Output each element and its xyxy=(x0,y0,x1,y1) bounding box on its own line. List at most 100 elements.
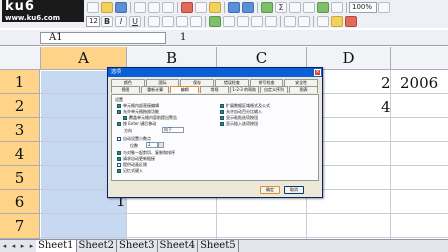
option-move-after-enter[interactable]: 按 Enter 键后移动 xyxy=(117,121,156,127)
close-icon[interactable]: × xyxy=(314,69,321,76)
decrease-decimal-icon[interactable] xyxy=(265,15,277,27)
align-right-icon[interactable] xyxy=(176,15,188,27)
tab-chart[interactable]: 图表 xyxy=(289,86,319,93)
cell-d1[interactable]: 2 xyxy=(381,74,391,92)
checkbox[interactable] xyxy=(220,110,224,114)
decrease-indent-icon[interactable] xyxy=(284,15,296,27)
checkbox[interactable] xyxy=(220,122,224,126)
checkbox[interactable] xyxy=(117,169,121,173)
tab-custom-lists[interactable]: 自定义序列 xyxy=(259,86,289,93)
sort-descending-icon[interactable] xyxy=(303,1,315,13)
sheet-tab-1[interactable]: Sheet1 xyxy=(36,240,77,252)
font-color-icon[interactable] xyxy=(345,15,357,27)
cell-e1[interactable]: 2006 xyxy=(400,74,438,92)
redo-icon[interactable] xyxy=(242,1,254,13)
currency-icon[interactable] xyxy=(209,15,221,27)
checkbox[interactable] xyxy=(117,122,121,126)
ok-button[interactable]: 确定 xyxy=(260,186,280,194)
decimal-places-label: 位数 xyxy=(130,143,138,148)
dialog-tabs: 颜色 国际 保存 错误检查 拼写检查 安全性 视图 重新计算 编辑 常规 1-2… xyxy=(111,79,319,93)
tab-color[interactable]: 颜色 xyxy=(111,79,145,86)
fill-color-icon[interactable] xyxy=(331,15,343,27)
copy-icon[interactable] xyxy=(195,1,207,13)
checkbox[interactable] xyxy=(220,116,224,120)
tab-security[interactable]: 安全性 xyxy=(284,79,319,86)
paste-icon[interactable] xyxy=(209,1,221,13)
tab-save[interactable]: 保存 xyxy=(180,79,215,86)
align-left-icon[interactable] xyxy=(148,15,160,27)
row-header-5[interactable]: 5 xyxy=(0,166,40,190)
tab-calculation[interactable]: 重新计算 xyxy=(140,86,170,93)
undo-icon[interactable] xyxy=(228,1,240,13)
open-icon[interactable] xyxy=(101,1,113,13)
tab-spelling[interactable]: 拼写检查 xyxy=(249,79,284,86)
row-header-4[interactable]: 4 xyxy=(0,142,40,166)
option-insert-options-button[interactable]: 显示插入选项按钮 xyxy=(220,121,258,127)
save-icon[interactable] xyxy=(115,1,127,13)
next-sheet-icon[interactable]: ▸ xyxy=(18,242,27,250)
sheet-tab-2[interactable]: Sheet2 xyxy=(76,240,118,252)
checkbox[interactable] xyxy=(220,104,224,108)
percent-icon[interactable] xyxy=(223,15,235,27)
increase-decimal-icon[interactable] xyxy=(251,15,263,27)
sheet-tab-4[interactable]: Sheet4 xyxy=(157,240,199,252)
checkbox[interactable] xyxy=(117,110,121,114)
chart-wizard-icon[interactable] xyxy=(317,1,329,13)
borders-icon[interactable] xyxy=(317,15,329,27)
print-preview-icon[interactable] xyxy=(148,1,160,13)
tab-edit[interactable]: 编辑 xyxy=(170,86,200,93)
underline-button[interactable]: U xyxy=(129,15,141,27)
select-all-corner[interactable] xyxy=(0,47,41,70)
increase-indent-icon[interactable] xyxy=(298,15,310,27)
checkbox[interactable] xyxy=(117,137,121,141)
name-box[interactable]: A1 xyxy=(40,32,166,44)
row-header-7[interactable]: 7 xyxy=(0,214,40,239)
row-header-3[interactable]: 3 xyxy=(0,118,40,142)
checkbox[interactable] xyxy=(117,104,121,108)
drawing-icon[interactable] xyxy=(331,1,343,13)
row-header-1[interactable]: 1 xyxy=(0,70,40,94)
video-watermark-logo: ku6 www.ku6.com xyxy=(2,0,84,22)
autosum-symbol: Σ xyxy=(278,2,284,12)
cell-d2[interactable]: 4 xyxy=(381,98,391,116)
spell-check-icon[interactable] xyxy=(162,1,174,13)
cut-icon[interactable] xyxy=(181,1,193,13)
checkbox[interactable] xyxy=(123,116,127,120)
row-header-2[interactable]: 2 xyxy=(0,94,40,118)
help-icon[interactable] xyxy=(378,1,390,13)
tab-view[interactable]: 视图 xyxy=(111,86,140,93)
formula-input[interactable]: 1 xyxy=(180,32,186,44)
last-sheet-icon[interactable]: ▸ xyxy=(27,242,36,250)
hyperlink-icon[interactable] xyxy=(261,1,273,13)
new-icon[interactable] xyxy=(87,1,99,13)
option-autocomplete[interactable]: 记忆式键入 xyxy=(117,168,143,174)
prev-sheet-icon[interactable]: ◂ xyxy=(9,242,18,250)
decimal-places-input[interactable]: 2 xyxy=(146,142,158,148)
direction-select[interactable]: 向下 xyxy=(162,127,184,133)
zoom-select[interactable]: 100% xyxy=(349,1,377,13)
column-header-e[interactable] xyxy=(391,47,448,70)
tab-transition[interactable]: 1-2-3 的帮助 xyxy=(229,86,259,93)
autosum-icon[interactable]: Σ xyxy=(275,1,287,13)
align-center-icon[interactable] xyxy=(162,15,174,27)
font-size-select[interactable]: 12 xyxy=(86,15,100,27)
tab-error-checking[interactable]: 错误检查 xyxy=(215,79,249,86)
bold-button[interactable]: B xyxy=(101,15,113,27)
decimal-spinner[interactable] xyxy=(158,142,164,148)
tab-international[interactable]: 国际 xyxy=(145,79,180,86)
checkbox[interactable] xyxy=(117,163,121,167)
print-icon[interactable] xyxy=(134,1,146,13)
sort-ascending-icon[interactable] xyxy=(289,1,301,13)
merge-center-icon[interactable] xyxy=(190,15,202,27)
first-sheet-icon[interactable]: ◂ xyxy=(0,242,9,250)
comma-style-icon[interactable] xyxy=(237,15,249,27)
checkbox[interactable] xyxy=(117,157,121,161)
sheet-tab-5[interactable]: Sheet5 xyxy=(198,240,239,252)
edit-settings-panel: 设置 单元格内部直接编辑 允许单元格拖放功能 覆盖单元格内容前提出警告 按 En… xyxy=(111,94,319,181)
row-header-6[interactable]: 6 xyxy=(0,190,40,214)
sheet-tab-3[interactable]: Sheet3 xyxy=(117,240,158,252)
checkbox[interactable] xyxy=(117,151,121,155)
cancel-button[interactable]: 取消 xyxy=(284,186,304,194)
italic-button[interactable]: I xyxy=(115,15,127,27)
tab-general[interactable]: 常规 xyxy=(200,86,229,93)
